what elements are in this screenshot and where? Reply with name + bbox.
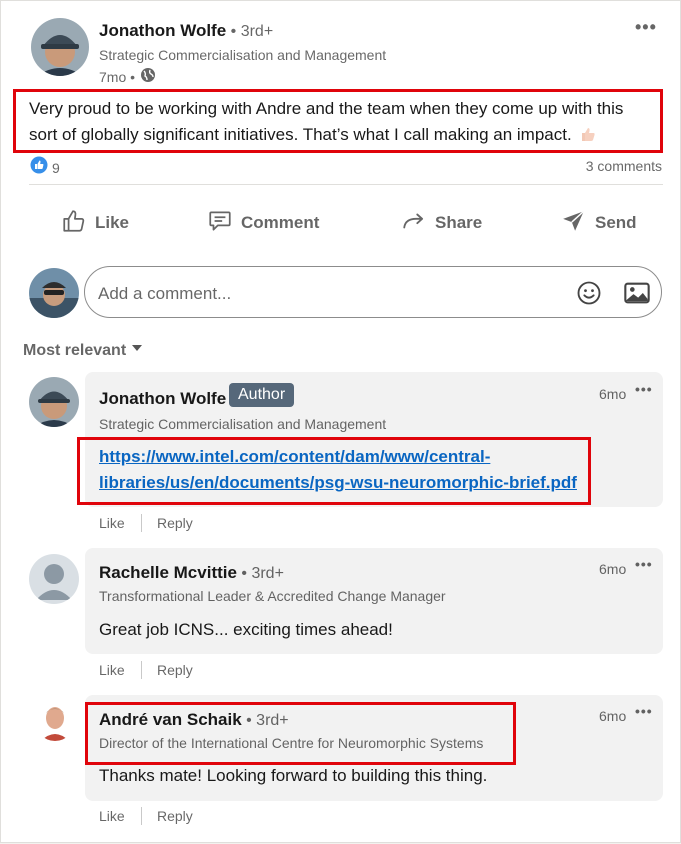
send-label: Send [595, 213, 637, 232]
share-button[interactable]: Share [401, 201, 482, 245]
comment-avatar[interactable] [29, 377, 79, 427]
thumbs-up-emoji-icon [580, 124, 596, 150]
comment-avatar[interactable] [35, 701, 75, 741]
speech-bubble-icon [207, 208, 233, 239]
post-text-line: sort of globally significant initiatives… [29, 125, 572, 144]
comment-button[interactable]: Comment [207, 201, 319, 245]
comment-like-button[interactable]: Like [99, 662, 125, 678]
comment-link-line[interactable]: https://www.intel.com/content/dam/www/ce… [99, 444, 577, 470]
post-author-headline: Strategic Commercialisation and Manageme… [99, 47, 387, 63]
like-reaction-icon [30, 156, 48, 179]
comment-input-placeholder: Add a comment... [98, 284, 232, 303]
comment-author-headline: Director of the International Centre for… [99, 735, 484, 751]
comment-like-button[interactable]: Like [99, 515, 125, 531]
comment-more-button[interactable]: ••• [635, 381, 653, 397]
image-icon[interactable] [623, 279, 651, 312]
sort-label: Most relevant [23, 341, 127, 359]
comment-author-name[interactable]: Jonathon Wolfe [99, 389, 226, 409]
globe-icon [140, 67, 156, 86]
comment-like-button[interactable]: Like [99, 808, 125, 824]
comment-author-headline: Transformational Leader & Accredited Cha… [99, 588, 446, 604]
comment-author-degree: • 3rd+ [246, 712, 289, 729]
comment-more-button[interactable]: ••• [635, 556, 653, 572]
comment-author-name[interactable]: André van Schaik [99, 710, 242, 729]
comments-count-link[interactable]: 3 comments [586, 158, 662, 174]
separator [141, 661, 142, 679]
post-time: 7mo • [99, 68, 136, 85]
comment-bubble: André van Schaik • 3rd+ Director of the … [85, 695, 663, 801]
comment-reply-button[interactable]: Reply [157, 808, 193, 824]
current-user-avatar[interactable] [29, 268, 79, 318]
comment-link-line[interactable]: libraries/us/en/documents/psg-wsu-neurom… [99, 470, 577, 496]
comment-reply-button[interactable]: Reply [157, 662, 193, 678]
post-text: Very proud to be working with Andre and … [29, 96, 659, 150]
separator [141, 807, 142, 825]
paper-plane-icon [561, 208, 587, 239]
post-author-name[interactable]: Jonathon Wolfe [99, 21, 226, 40]
comment-more-button[interactable]: ••• [635, 703, 653, 719]
caret-down-icon [130, 341, 144, 360]
comment-link[interactable]: https://www.intel.com/content/dam/www/ce… [99, 444, 577, 496]
comment-reply-button[interactable]: Reply [157, 515, 193, 531]
post-author-degree: • 3rd+ [230, 23, 274, 40]
comment-input[interactable]: Add a comment... [84, 266, 662, 318]
like-label: Like [95, 213, 130, 232]
post-more-button[interactable]: ••• [635, 17, 657, 38]
comment-label: Comment [241, 213, 320, 232]
post-text-line: Very proud to be working with Andre and … [29, 99, 624, 118]
comment-time: 6mo [599, 561, 627, 577]
comment-author-name[interactable]: Rachelle Mcvittie [99, 563, 237, 582]
separator [141, 514, 142, 532]
send-button[interactable]: Send [561, 201, 637, 245]
comment-author-headline: Strategic Commercialisation and Manageme… [99, 416, 387, 432]
thumbs-up-icon [61, 208, 87, 239]
comment-author-degree: • 3rd+ [241, 565, 284, 582]
divider [29, 184, 663, 185]
share-arrow-icon [401, 208, 427, 239]
comment-text: Thanks mate! Looking forward to building… [99, 766, 488, 785]
share-label: Share [435, 213, 483, 232]
comment-bubble: Jonathon Wolfe Author Strategic Commerci… [85, 372, 663, 507]
comment-time: 6mo [599, 386, 627, 402]
reaction-count: 9 [52, 159, 60, 176]
emoji-icon[interactable] [575, 279, 603, 312]
comment-avatar[interactable] [29, 554, 79, 604]
post-card: Jonathon Wolfe • 3rd+ Strategic Commerci… [0, 0, 681, 843]
reactions-summary[interactable]: 9 [30, 156, 60, 179]
comment-text: Great job ICNS... exciting times ahead! [99, 620, 393, 639]
comment-bubble: Rachelle Mcvittie • 3rd+ Transformationa… [85, 548, 663, 654]
author-badge: Author [229, 383, 295, 407]
like-button[interactable]: Like [61, 201, 129, 245]
sort-dropdown[interactable]: Most relevant [23, 341, 144, 360]
post-author-avatar[interactable] [31, 18, 89, 76]
comment-time: 6mo [599, 708, 627, 724]
